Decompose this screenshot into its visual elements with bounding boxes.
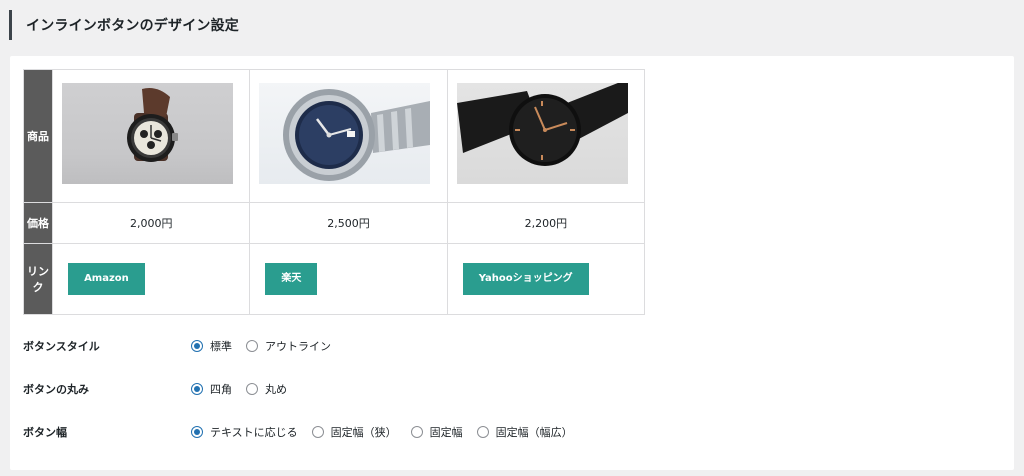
black-mesh-watch-photo [456,83,628,184]
table-row-price: 価格 2,000円 2,500円 2,200円 [22,202,646,244]
row-header-product: 商品 [22,69,54,203]
radio-icon[interactable] [476,426,489,438]
radio-checked-icon[interactable] [191,426,203,438]
rakuten-button[interactable]: 楽天 [265,263,318,295]
product-preview-table: 商品 価格 2,000円 2,500円 2,200円 リンク Amazon 楽天… [22,69,646,315]
yahoo-shopping-button[interactable]: Yahooショッピング [462,263,589,295]
setting-label: ボタン幅 [23,426,67,439]
radio-checked-icon[interactable] [191,340,203,352]
section-title: インラインボタンのデザイン設定 [26,18,239,34]
option-label: 四角 [210,383,232,396]
row-header-price: 価格 [22,202,54,244]
option-fixed-wide[interactable]: 固定幅（幅広） [476,424,573,440]
dive-watch-photo [259,83,431,184]
link-cell: Yahooショッピング [446,243,646,315]
amazon-button[interactable]: Amazon [68,263,145,295]
row-header-link: リンク [22,243,54,315]
table-row-link: リンク Amazon 楽天 Yahooショッピング [22,243,646,315]
setting-button-rounding: ボタンの丸み 四角 丸め [23,379,723,399]
option-square[interactable]: 四角 [191,381,232,397]
chronograph-watch-photo [62,83,234,184]
option-label: 丸め [265,383,287,396]
option-label: 固定幅（幅広） [495,426,573,439]
section-header: インラインボタンのデザイン設定 [9,10,239,40]
setting-label: ボタンスタイル [23,340,100,353]
option-label: テキストに応じる [210,426,298,439]
radio-icon[interactable] [246,383,258,395]
link-cell: 楽天 [249,243,448,315]
price-value: 2,200円 [446,202,646,244]
option-outline[interactable]: アウトライン [246,338,331,354]
option-fit-text[interactable]: テキストに応じる [191,424,298,440]
radio-checked-icon[interactable] [191,383,203,395]
option-rounded[interactable]: 丸め [246,381,287,397]
table-row-product: 商品 [22,69,646,203]
option-standard[interactable]: 標準 [191,338,232,354]
radio-icon[interactable] [410,426,423,438]
settings-panel: 商品 価格 2,000円 2,500円 2,200円 リンク Amazon 楽天… [10,56,1014,470]
option-fixed[interactable]: 固定幅 [410,424,463,440]
option-label: 固定幅 [429,426,463,439]
price-value: 2,500円 [249,202,448,244]
setting-label: ボタンの丸み [23,383,89,396]
link-cell: Amazon [52,243,251,315]
option-label: アウトライン [265,340,331,353]
radio-icon[interactable] [311,426,324,438]
price-value: 2,000円 [52,202,251,244]
option-label: 標準 [210,340,232,353]
product-cell [446,69,646,203]
product-cell [249,69,448,203]
setting-button-style: ボタンスタイル 標準 アウトライン [23,336,723,356]
radio-icon[interactable] [246,340,258,352]
product-cell [52,69,251,203]
option-fixed-narrow[interactable]: 固定幅（狭） [311,424,397,440]
setting-button-width: ボタン幅 テキストに応じる 固定幅（狭） 固定幅 固定幅（幅広） [23,422,723,442]
option-label: 固定幅（狭） [330,426,397,439]
